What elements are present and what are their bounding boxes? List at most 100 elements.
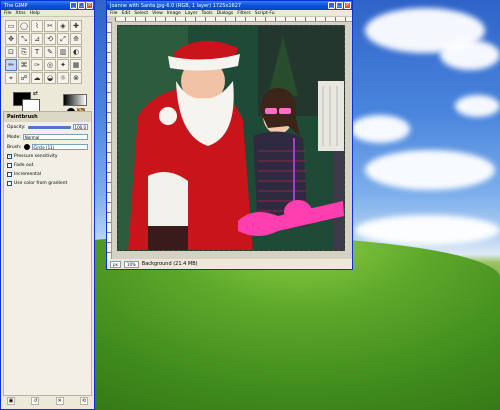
- tool-button[interactable]: ☼: [57, 72, 69, 84]
- mode-select[interactable]: Normal: [22, 134, 88, 140]
- opacity-row: Opacity: 100.0: [4, 122, 91, 132]
- tool-button[interactable]: ◐: [70, 46, 82, 58]
- tool-button[interactable]: ▭: [5, 20, 17, 32]
- swap-colors-icon[interactable]: ⇄: [33, 90, 38, 97]
- option-checkbox-row[interactable]: Use color from gradient: [4, 179, 91, 188]
- toolbox-menubar: File Xtns Help: [1, 10, 94, 17]
- tool-button[interactable]: ✥: [5, 33, 17, 45]
- checkbox[interactable]: [7, 181, 12, 186]
- option-checkbox-row[interactable]: Pressure sensitivity: [4, 152, 91, 161]
- tool-button[interactable]: ⌘: [18, 59, 30, 71]
- close-button[interactable]: ×: [86, 2, 93, 9]
- checkbox-label: Incremental: [14, 172, 41, 177]
- save-options-icon[interactable]: ▣: [7, 397, 15, 405]
- tool-button[interactable]: ✚: [70, 20, 82, 32]
- close-button[interactable]: ×: [344, 2, 351, 9]
- maximize-button[interactable]: □: [78, 2, 85, 9]
- tool-options-heading: Paintbrush: [4, 112, 91, 122]
- tool-button[interactable]: ⊗: [70, 72, 82, 84]
- tool-button[interactable]: ◎: [44, 59, 56, 71]
- tool-button[interactable]: T: [31, 46, 43, 58]
- brush-name-field[interactable]: Circle (11): [31, 144, 88, 150]
- checkbox[interactable]: [7, 172, 12, 177]
- option-checkbox-row[interactable]: Fade out: [4, 161, 91, 170]
- vertical-ruler[interactable]: [107, 22, 112, 260]
- checkbox-label: Fade out: [14, 163, 34, 168]
- toolbox-title: The GIMP: [4, 2, 28, 9]
- menu-edit[interactable]: Edit: [122, 11, 131, 16]
- tool-options-panel: Paintbrush Opacity: 100.0 Mode: Normal B…: [3, 111, 92, 396]
- opacity-slider[interactable]: [27, 125, 71, 129]
- tool-button[interactable]: ◈: [57, 20, 69, 32]
- tool-button[interactable]: ⌖: [5, 72, 17, 84]
- tool-button[interactable]: ◯: [18, 20, 30, 32]
- menu-select[interactable]: Select: [134, 11, 148, 16]
- opacity-label: Opacity:: [7, 124, 26, 130]
- checkbox[interactable]: [7, 153, 12, 159]
- tool-button[interactable]: ◒: [44, 72, 56, 84]
- checkbox-label: Pressure sensitivity: [14, 154, 58, 159]
- status-info: Background (21.4 MB): [141, 261, 198, 267]
- tool-button[interactable]: ⊡: [5, 46, 17, 58]
- tool-button[interactable]: ▥: [57, 46, 69, 58]
- opacity-input[interactable]: 100.0: [72, 124, 88, 130]
- option-checkbox-row[interactable]: Incremental: [4, 170, 91, 179]
- brush-row: Brush: Circle (11): [4, 142, 91, 152]
- image-window: Joanne with Santa.jpg-6.0 (RGB, 1 layer)…: [106, 0, 353, 270]
- menu-tools[interactable]: Tools: [201, 11, 212, 16]
- tool-button[interactable]: ✎: [44, 46, 56, 58]
- cloud: [365, 150, 495, 190]
- tool-button[interactable]: ⊿: [31, 33, 43, 45]
- cloud: [440, 40, 500, 70]
- brush-label: Brush:: [7, 144, 22, 150]
- zoom-select[interactable]: 10%: [123, 260, 139, 268]
- menu-view[interactable]: View: [152, 11, 163, 16]
- tool-button[interactable]: ☍: [18, 72, 30, 84]
- tool-button[interactable]: ▦: [70, 59, 82, 71]
- minimize-button[interactable]: _: [328, 2, 335, 9]
- tool-button[interactable]: ✂: [44, 20, 56, 32]
- horizontal-ruler[interactable]: [115, 17, 352, 22]
- gradient-preview[interactable]: [63, 94, 87, 106]
- image-statusbar: px 10% Background (21.4 MB): [107, 259, 352, 269]
- image-menubar: File Edit Select View Image Layer Tools Dialogs…: [107, 10, 352, 17]
- tool-button[interactable]: ⎘: [18, 46, 30, 58]
- menu-image[interactable]: Image: [167, 11, 181, 16]
- maximize-button[interactable]: □: [336, 2, 343, 9]
- reset-options-icon[interactable]: ⟲: [79, 397, 88, 405]
- cloud: [355, 215, 500, 245]
- tool-button[interactable]: ✦: [57, 59, 69, 71]
- menu-script-fu[interactable]: Script-Fu: [255, 11, 275, 16]
- menu-dialogs[interactable]: Dialogs: [217, 11, 234, 16]
- gimp-toolbox-window: The GIMP _ □ × File Xtns Help ▭ ◯ ⌇ ✂ ◈ ✚ ✥ ⤡ ⊿ ⟲…: [0, 0, 95, 410]
- tool-button[interactable]: ⤡: [18, 33, 30, 45]
- canvas-area[interactable]: [107, 17, 352, 260]
- cloud: [455, 95, 500, 117]
- tool-button[interactable]: ✑: [31, 59, 43, 71]
- tool-button[interactable]: ✏: [5, 59, 17, 71]
- brush-icon[interactable]: [23, 144, 30, 150]
- menu-xtns[interactable]: Xtns: [16, 11, 26, 16]
- checkbox[interactable]: [7, 163, 12, 168]
- tool-button[interactable]: ⤢: [57, 33, 69, 45]
- unit-select[interactable]: px: [110, 260, 121, 268]
- toolbox-titlebar[interactable]: The GIMP _ □ ×: [1, 1, 94, 10]
- image-title: Joanne with Santa.jpg-6.0 (RGB, 1 layer)…: [110, 2, 242, 9]
- menu-file[interactable]: File: [4, 11, 12, 16]
- minimize-button[interactable]: _: [70, 2, 77, 9]
- tool-button[interactable]: ☁: [31, 72, 43, 84]
- photo-santa-with-girl: [118, 26, 344, 250]
- cloud: [350, 115, 410, 143]
- tool-button[interactable]: ⌇: [31, 20, 43, 32]
- tool-button[interactable]: ⟰: [70, 33, 82, 45]
- restore-options-icon[interactable]: ↺: [31, 397, 40, 405]
- delete-options-icon[interactable]: ✕: [55, 397, 64, 405]
- menu-file[interactable]: File: [110, 11, 118, 16]
- tool-button[interactable]: ⟲: [44, 33, 56, 45]
- tool-grid: ▭ ◯ ⌇ ✂ ◈ ✚ ✥ ⤡ ⊿ ⟲ ⤢ ⟰ ⊡ ⎘ T ✎ ▥ ◐ ✏ ⌘ ✑ ◎ ✦ ▦ ⌖ ☍ ☁ ◒ ☼ ⊗: [1, 17, 94, 87]
- menu-filters[interactable]: Filters: [237, 11, 251, 16]
- photo-canvas[interactable]: [117, 25, 345, 251]
- menu-help[interactable]: Help: [30, 11, 40, 16]
- image-titlebar[interactable]: Joanne with Santa.jpg-6.0 (RGB, 1 layer)…: [107, 1, 352, 10]
- menu-layer[interactable]: Layer: [185, 11, 198, 16]
